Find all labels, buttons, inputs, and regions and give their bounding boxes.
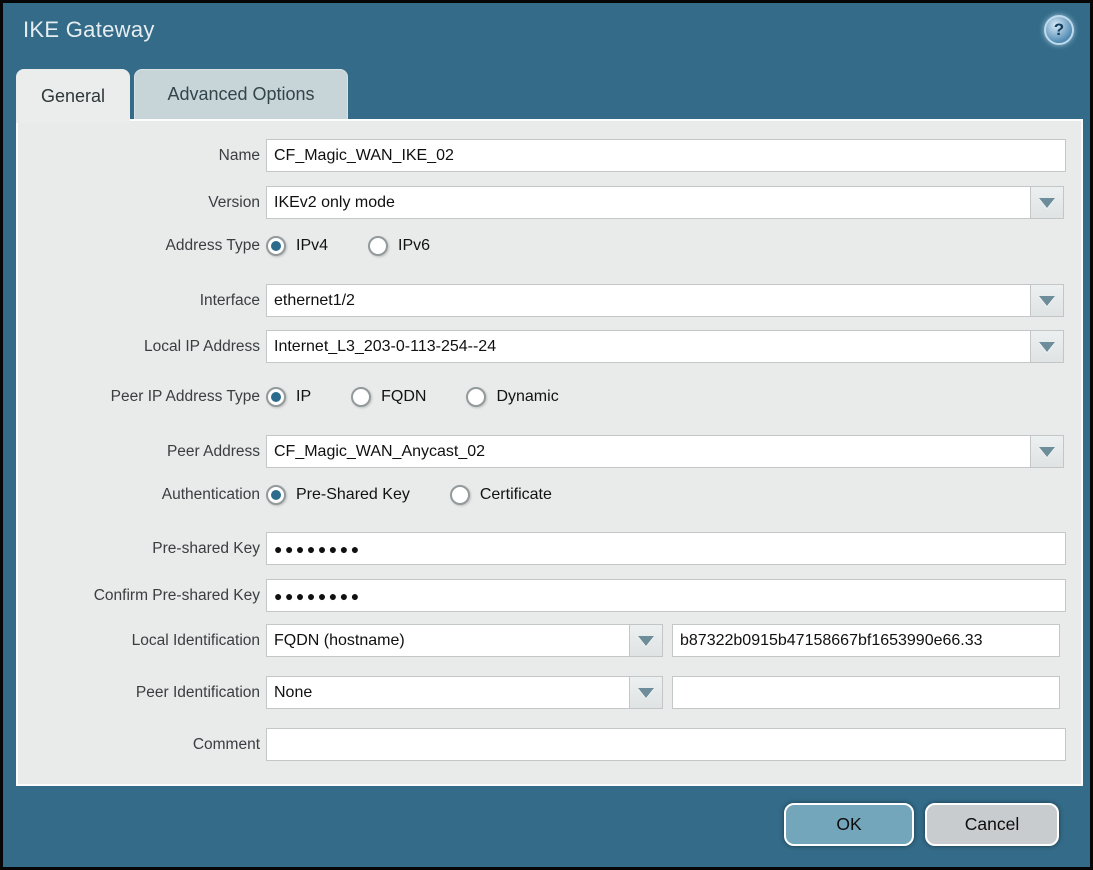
pre-shared-key-input[interactable] (266, 532, 1066, 565)
radio-ip[interactable]: IP (266, 387, 311, 407)
chevron-down-icon (1039, 296, 1055, 306)
local-identification-value-input[interactable] (672, 624, 1060, 657)
radio-fqdn[interactable]: FQDN (351, 387, 426, 407)
version-select-input[interactable] (266, 186, 1031, 219)
tab-advanced-options[interactable]: Advanced Options (134, 69, 348, 119)
help-icon[interactable]: ? (1044, 15, 1074, 45)
local-ip-address-row: Local IP Address (18, 330, 1064, 363)
tab-general[interactable]: General (16, 69, 130, 123)
pre-shared-key-label: Pre-shared Key (18, 540, 260, 558)
peer-address-label: Peer Address (18, 443, 260, 461)
authentication-label: Authentication (18, 486, 260, 504)
pre-shared-key-row: Pre-shared Key (18, 532, 1066, 565)
peer-address-select-input[interactable] (266, 435, 1031, 468)
name-label: Name (18, 147, 260, 165)
peer-ip-address-type-label: Peer IP Address Type (18, 388, 260, 406)
radio-pre-shared-key-circle[interactable] (266, 485, 286, 505)
radio-pre-shared-key[interactable]: Pre-Shared Key (266, 485, 410, 505)
radio-certificate-circle[interactable] (450, 485, 470, 505)
chevron-down-icon (1039, 447, 1055, 457)
radio-ipv6-circle[interactable] (368, 236, 388, 256)
cancel-button[interactable]: Cancel (925, 803, 1059, 846)
version-dropdown-button[interactable] (1030, 186, 1064, 219)
name-row: Name (18, 139, 1066, 172)
peer-identification-dropdown-button[interactable] (629, 676, 663, 709)
local-ip-address-dropdown-button[interactable] (1030, 330, 1064, 363)
interface-dropdown-button[interactable] (1030, 284, 1064, 317)
peer-address-row: Peer Address (18, 435, 1064, 468)
radio-dynamic[interactable]: Dynamic (466, 387, 558, 407)
comment-input[interactable] (266, 728, 1066, 761)
ike-gateway-dialog: IKE Gateway ? General Advanced Options N… (0, 0, 1093, 870)
chevron-down-icon (638, 636, 654, 646)
radio-ip-circle[interactable] (266, 387, 286, 407)
local-identification-row: Local Identification (18, 624, 1060, 657)
peer-identification-row: Peer Identification (18, 676, 1060, 709)
radio-ipv4[interactable]: IPv4 (266, 236, 328, 256)
local-identification-label: Local Identification (18, 632, 260, 650)
local-identification-dropdown-button[interactable] (629, 624, 663, 657)
ok-button[interactable]: OK (784, 803, 914, 846)
confirm-pre-shared-key-label: Confirm Pre-shared Key (18, 587, 260, 605)
general-tab-panel: Name Version Address Type IPv4 (16, 119, 1083, 786)
name-input[interactable] (266, 139, 1066, 172)
peer-identification-value-input[interactable] (672, 676, 1060, 709)
radio-ipv4-circle[interactable] (266, 236, 286, 256)
local-ip-address-select-input[interactable] (266, 330, 1031, 363)
radio-certificate[interactable]: Certificate (450, 485, 552, 505)
authentication-row: Authentication Pre-Shared Key Certificat… (18, 482, 592, 508)
peer-identification-type-select-input[interactable] (266, 676, 630, 709)
local-ip-address-label: Local IP Address (18, 338, 260, 356)
version-row: Version (18, 186, 1064, 219)
chevron-down-icon (1039, 198, 1055, 208)
address-type-label: Address Type (18, 237, 260, 255)
chevron-down-icon (1039, 342, 1055, 352)
interface-label: Interface (18, 292, 260, 310)
radio-ipv6[interactable]: IPv6 (368, 236, 430, 256)
peer-address-dropdown-button[interactable] (1030, 435, 1064, 468)
chevron-down-icon (638, 688, 654, 698)
version-label: Version (18, 194, 260, 212)
confirm-pre-shared-key-input[interactable] (266, 579, 1066, 612)
confirm-pre-shared-key-row: Confirm Pre-shared Key (18, 579, 1066, 612)
radio-fqdn-circle[interactable] (351, 387, 371, 407)
peer-identification-label: Peer Identification (18, 684, 260, 702)
local-identification-type-select-input[interactable] (266, 624, 630, 657)
address-type-row: Address Type IPv4 IPv6 (18, 233, 470, 259)
dialog-title: IKE Gateway (23, 17, 155, 43)
radio-dynamic-circle[interactable] (466, 387, 486, 407)
interface-select-input[interactable] (266, 284, 1031, 317)
comment-label: Comment (18, 736, 260, 754)
comment-row: Comment (18, 728, 1066, 761)
interface-row: Interface (18, 284, 1064, 317)
peer-ip-address-type-row: Peer IP Address Type IP FQDN Dynamic (18, 384, 599, 410)
